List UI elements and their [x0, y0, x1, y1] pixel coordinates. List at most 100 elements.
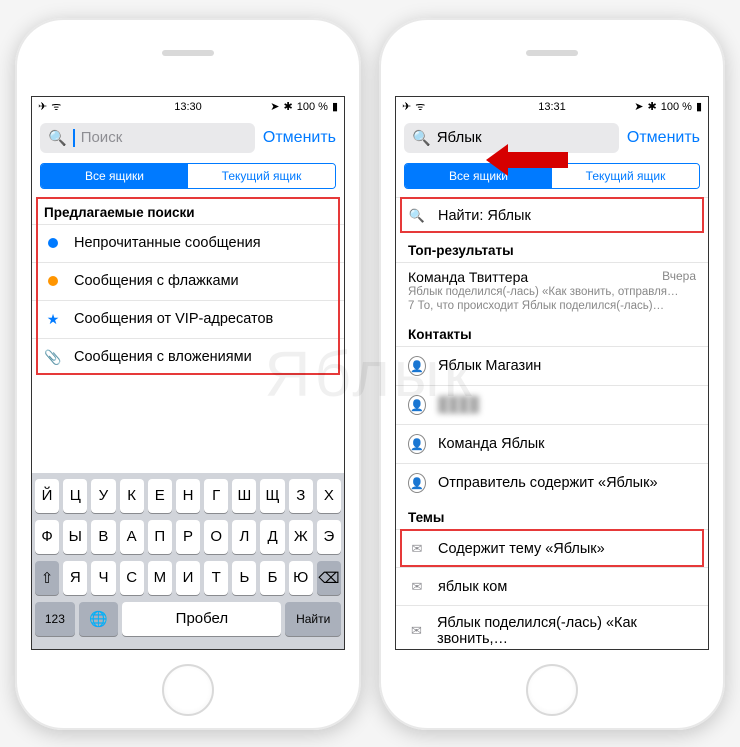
key-letter[interactable]: Ц: [63, 479, 87, 513]
battery-icon: ▮: [696, 100, 702, 113]
suggested-searches-header: Предлагаемые поиски: [32, 197, 344, 224]
key-backspace[interactable]: ⌫: [317, 561, 341, 595]
theme-label: яблык ком: [438, 579, 507, 595]
key-letter[interactable]: А: [120, 520, 144, 554]
top-result-item[interactable]: Команда Твиттера Вчера Яблык поделился(-…: [396, 262, 708, 320]
key-letter[interactable]: С: [120, 561, 144, 595]
key-letter[interactable]: Б: [260, 561, 284, 595]
phone-right: ✈ ᯤ 13:31 ➤ ✱ 100 % ▮ 🔍 Яблык Отменить В…: [379, 18, 725, 730]
avatar-icon: 👤: [408, 434, 426, 454]
bluetooth-icon: ✱: [648, 100, 657, 113]
seg-current-mailbox[interactable]: Текущий ящик: [188, 164, 335, 188]
contact-label: Отправитель содержит «Яблык»: [438, 475, 658, 491]
search-icon: 🔍: [48, 129, 67, 147]
key-globe[interactable]: 🌐: [79, 602, 119, 636]
text-cursor: [73, 129, 75, 147]
battery-text: 100 %: [297, 101, 328, 113]
suggestion-label: Сообщения от VIP-адресатов: [74, 311, 273, 327]
contact-row[interactable]: 👤 Команда Яблык: [396, 424, 708, 463]
suggestion-attachments[interactable]: 📎 Сообщения с вложениями: [32, 338, 344, 376]
contact-label: Яблык Магазин: [438, 358, 541, 374]
search-row: 🔍 Поиск Отменить: [32, 117, 344, 159]
contacts-header: Контакты: [396, 319, 708, 346]
contact-row[interactable]: 👤 ████: [396, 385, 708, 424]
location-icon: ➤: [270, 100, 279, 113]
suggestion-flagged[interactable]: Сообщения с флажками: [32, 262, 344, 300]
suggestion-label: Непрочитанные сообщения: [74, 235, 261, 251]
key-123[interactable]: 123: [35, 602, 75, 636]
key-letter[interactable]: И: [176, 561, 200, 595]
contact-label-blurred: ████: [438, 397, 479, 413]
top-result-snippet: Яблык поделился(-лась) «Как звонить, отп…: [408, 285, 696, 299]
key-space[interactable]: Пробел: [122, 602, 281, 636]
contact-row[interactable]: 👤 Яблык Магазин: [396, 346, 708, 385]
avatar-icon: 👤: [408, 395, 426, 415]
flag-dot-icon: [44, 276, 62, 286]
cancel-button[interactable]: Отменить: [627, 129, 700, 147]
key-letter[interactable]: Щ: [260, 479, 284, 513]
key-letter[interactable]: Г: [204, 479, 228, 513]
search-value: Яблык: [437, 129, 482, 146]
search-placeholder: Поиск: [81, 129, 123, 146]
key-letter[interactable]: У: [91, 479, 115, 513]
key-letter[interactable]: Ч: [91, 561, 115, 595]
key-letter[interactable]: П: [148, 520, 172, 554]
annotation-arrow: [486, 144, 568, 176]
find-row[interactable]: 🔍 Найти: Яблык: [396, 197, 708, 235]
key-letter[interactable]: Л: [232, 520, 256, 554]
paperclip-icon: 📎: [44, 349, 62, 366]
search-row: 🔍 Яблык Отменить: [396, 117, 708, 159]
key-shift[interactable]: ⇧: [35, 561, 59, 595]
status-bar: ✈ ᯤ 13:31 ➤ ✱ 100 % ▮: [396, 97, 708, 117]
suggestion-vip[interactable]: ★ Сообщения от VIP-адресатов: [32, 300, 344, 338]
search-input[interactable]: 🔍 Поиск: [40, 123, 255, 153]
seg-current-mailbox[interactable]: Текущий ящик: [552, 164, 699, 188]
bluetooth-icon: ✱: [284, 100, 293, 113]
key-letter[interactable]: Т: [204, 561, 228, 595]
key-letter[interactable]: Ю: [289, 561, 313, 595]
contact-label: Команда Яблык: [438, 436, 544, 452]
key-letter[interactable]: Ж: [289, 520, 313, 554]
key-letter[interactable]: Х: [317, 479, 341, 513]
envelope-icon: ✉: [408, 623, 425, 639]
status-bar: ✈ ᯤ 13:30 ➤ ✱ 100 % ▮: [32, 97, 344, 117]
suggestion-unread[interactable]: Непрочитанные сообщения: [32, 224, 344, 262]
envelope-icon: ✉: [408, 541, 426, 557]
home-button[interactable]: [526, 664, 578, 716]
theme-row[interactable]: ✉ Яблык поделился(-лась) «Как звонить,…: [396, 605, 708, 648]
key-letter[interactable]: В: [91, 520, 115, 554]
avatar-icon: 👤: [408, 356, 426, 376]
key-letter[interactable]: Ш: [232, 479, 256, 513]
suggestion-label: Сообщения с флажками: [74, 273, 239, 289]
contact-row[interactable]: 👤 Отправитель содержит «Яблык»: [396, 463, 708, 502]
key-letter[interactable]: Д: [260, 520, 284, 554]
key-letter[interactable]: М: [148, 561, 172, 595]
key-return[interactable]: Найти: [285, 602, 341, 636]
segmented-control[interactable]: Все ящики Текущий ящик: [40, 163, 336, 189]
key-letter[interactable]: Ф: [35, 520, 59, 554]
key-letter[interactable]: К: [120, 479, 144, 513]
theme-row[interactable]: ✉ яблык ком: [396, 567, 708, 605]
key-letter[interactable]: З: [289, 479, 313, 513]
battery-icon: ▮: [332, 100, 338, 113]
theme-label: Яблык поделился(-лась) «Как звонить,…: [437, 615, 696, 647]
keyboard[interactable]: ЙЦУКЕНГШЩЗХ ФЫВАПРОЛДЖЭ ⇧ЯЧСМИТЬБЮ⌫ 123 …: [32, 473, 344, 649]
unread-dot-icon: [44, 238, 62, 248]
key-letter[interactable]: Ы: [63, 520, 87, 554]
key-letter[interactable]: Й: [35, 479, 59, 513]
key-letter[interactable]: Р: [176, 520, 200, 554]
seg-all-mailboxes[interactable]: Все ящики: [41, 164, 188, 188]
wifi-icon: ᯤ: [415, 99, 425, 114]
avatar-icon: 👤: [408, 473, 426, 493]
airplane-icon: ✈: [402, 100, 411, 113]
key-letter[interactable]: Я: [63, 561, 87, 595]
top-result-snippet: 7 То, что происходит Яблык поделился(-ла…: [408, 299, 696, 313]
key-letter[interactable]: О: [204, 520, 228, 554]
home-button[interactable]: [162, 664, 214, 716]
key-letter[interactable]: Э: [317, 520, 341, 554]
key-letter[interactable]: Е: [148, 479, 172, 513]
key-letter[interactable]: Н: [176, 479, 200, 513]
theme-row[interactable]: ✉ Содержит тему «Яблык»: [396, 529, 708, 567]
key-letter[interactable]: Ь: [232, 561, 256, 595]
cancel-button[interactable]: Отменить: [263, 129, 336, 147]
